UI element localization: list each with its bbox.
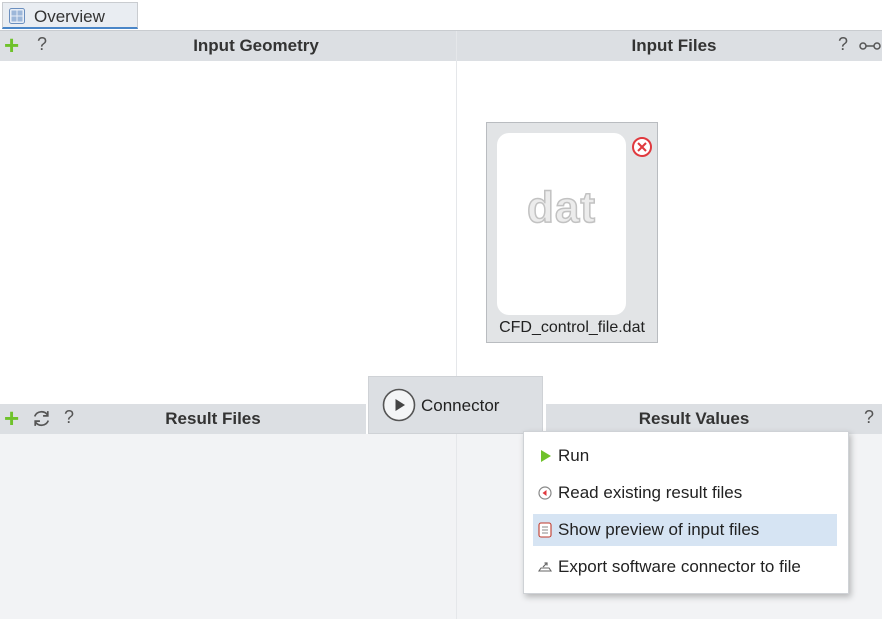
input-geometry-title: Input Geometry [193,36,319,55]
result-values-help-icon[interactable]: ? [864,407,874,428]
tab-overview-label: Overview [34,7,105,26]
input-files-header: Input Files ? [457,31,882,61]
menu-item-export-connector-label: Export software connector to file [558,557,801,576]
refresh-icon[interactable] [31,408,52,429]
menu-item-read-results-label: Read existing result files [558,483,743,502]
input-file-card[interactable]: dat CFD_control_file.dat [486,122,658,343]
input-geometry-header: + ? Input Geometry [0,31,456,61]
result-values-title: Result Values [638,409,750,428]
result-files-header: + ? Result Files [0,404,366,434]
play-circle-icon [382,388,416,422]
menu-item-show-preview-label: Show preview of input files [558,520,760,539]
input-files-help-icon[interactable]: ? [838,34,848,55]
tab-bar: Overview [0,0,882,31]
play-icon [541,450,551,462]
remove-file-icon[interactable] [631,136,653,158]
menu-item-show-preview[interactable]: Show preview of input files [533,514,837,546]
menu-item-export-connector[interactable]: Export software connector to file [533,551,837,583]
result-files-title: Result Files [165,409,261,428]
menu-item-read-results[interactable]: Read existing result files [533,477,837,509]
link-icon[interactable] [859,40,881,52]
connector-label: Connector [421,396,500,415]
export-icon [537,562,553,572]
input-geometry-panel [0,62,456,402]
connector-button[interactable]: Connector [368,376,543,434]
file-thumbnail: dat [497,133,626,315]
document-preview-icon [538,522,552,538]
overview-grid-icon [9,8,25,24]
menu-item-run-label: Run [558,446,590,465]
tab-overview[interactable]: Overview [2,2,138,29]
file-name-label: CFD_control_file.dat [499,319,645,336]
read-results-icon [538,486,552,500]
result-values-header: Result Values ? [546,404,882,434]
file-extension-label: dat [526,182,596,233]
input-files-title: Input Files [631,36,717,55]
menu-item-run[interactable]: Run [533,440,837,472]
add-geometry-icon[interactable]: + [4,32,19,58]
add-result-file-icon[interactable]: + [4,405,19,431]
result-files-panel [0,434,456,619]
context-menu: Run Read existing result files Show prev… [523,431,849,594]
